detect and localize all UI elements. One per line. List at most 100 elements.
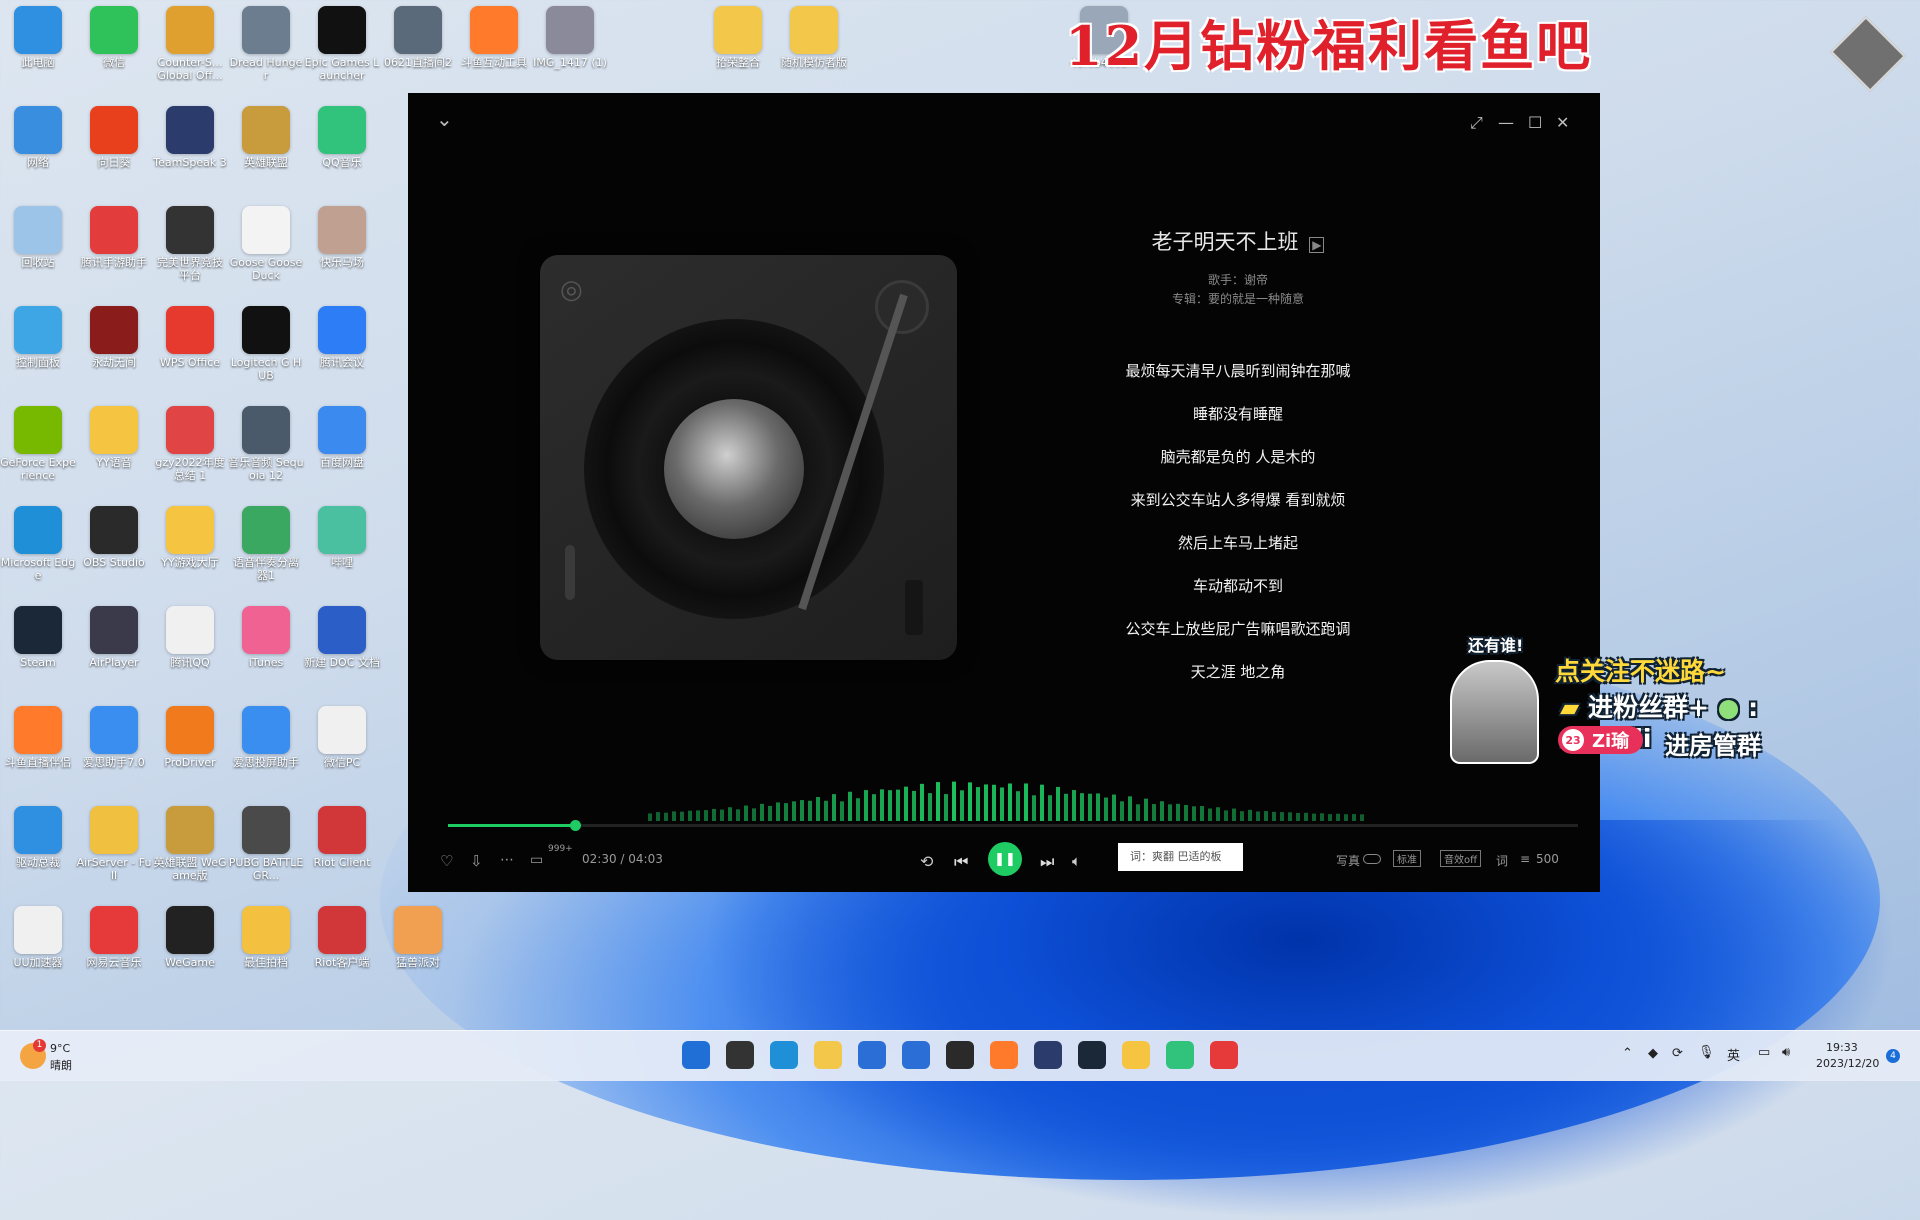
desktop-icon[interactable]: 英雄联盟 WeGame版 [152,800,228,896]
microphone-icon[interactable]: 🎙︎ [1698,1045,1715,1060]
desktop-icon[interactable]: 0621直播间2 [380,0,456,96]
desktop-icon[interactable]: 微信PC [304,700,380,796]
album-line[interactable]: 专辑：要的就是一种随意 [1028,290,1448,307]
more-icon[interactable]: ⋯ [500,852,514,868]
desktop-icon[interactable]: IMG_1417 (1) [532,0,608,96]
desktop-icon[interactable]: 快乐马场 [304,200,380,296]
ime-indicator[interactable]: 英 [1727,1045,1740,1064]
start-icon[interactable] [682,1041,710,1069]
desktop-icon[interactable]: 英雄联盟 [228,100,304,196]
previous-icon[interactable]: ⏮ [954,852,968,872]
desktop-icon[interactable]: 控制面板 [0,300,76,396]
fullscreen-icon[interactable]: ⤢ [1470,113,1483,133]
maximize-icon[interactable]: ☐ [1528,113,1542,132]
playlist-count[interactable]: 500 [1536,852,1559,866]
comment-icon[interactable]: ▭ [530,852,543,868]
desktop-icon[interactable]: WPS Office [152,300,228,396]
desktop-icon[interactable]: PUBG BATTLEGR... [228,800,304,896]
desktop-icon[interactable]: 回收站 [0,200,76,296]
desktop-icon[interactable]: Steam [0,600,76,696]
desktop-icon[interactable]: AirServer - Full [76,800,152,896]
qqmusic-icon[interactable] [1166,1041,1194,1069]
douyu-icon[interactable] [990,1041,1018,1069]
download-icon[interactable]: ⇩ [470,852,483,870]
desktop-icon[interactable]: QQ音乐 [304,100,380,196]
playlist-icon[interactable]: ≡ [1520,852,1530,866]
photo-toggle-switch[interactable] [1363,854,1381,864]
edge-icon[interactable] [770,1041,798,1069]
collapse-chevron-icon[interactable]: ⌄ [436,107,453,131]
desktop-icon[interactable]: 最佳拍档 [228,900,304,996]
file-explorer-icon[interactable] [814,1041,842,1069]
desktop-icon[interactable]: 新建 DOC 文档 [304,600,380,696]
desktop-icon[interactable]: Goose Goose Duck [228,200,304,296]
desktop-icon[interactable]: Logitech G HUB [228,300,304,396]
desktop-icon[interactable]: WeGame [152,900,228,996]
desktop-icon[interactable]: 爱思投屏助手 [228,700,304,796]
clock-time[interactable]: 19:33 [1826,1041,1858,1054]
desktop-icon[interactable]: gzy2022年度总结 1 [152,400,228,496]
weather-temp[interactable]: 9°C [50,1042,70,1055]
desktop-icon[interactable]: 永劫无间 [76,300,152,396]
desktop-icon[interactable]: iTunes [228,600,304,696]
desktop-icon[interactable]: 微信 [76,0,152,96]
mail-icon[interactable] [902,1041,930,1069]
steam-icon[interactable] [1078,1041,1106,1069]
obs-icon[interactable] [946,1041,974,1069]
desktop-icon[interactable]: YY游戏大厅 [152,500,228,596]
progress-bar[interactable] [448,820,1578,831]
desktop-icon[interactable]: OBS Studio [76,500,152,596]
lyric-search-box[interactable]: 词：爽翻 巴适的板 [1118,843,1243,871]
speaker-icon[interactable]: 🔊︎ [1782,1045,1790,1060]
clock-date[interactable]: 2023/12/20 [1816,1057,1879,1070]
store-icon[interactable] [858,1041,886,1069]
desktop-icon[interactable]: 网络 [0,100,76,196]
next-icon[interactable]: ⏭ [1040,852,1054,872]
desktop-icon[interactable]: 斗鱼互动工具 [456,0,532,96]
desktop-icon[interactable]: YY语音 [76,400,152,496]
desktop-icon[interactable]: 爱思助手7.0 [76,700,152,796]
desktop-icon[interactable]: 斗鱼直播伴侣 [0,700,76,796]
desktop-icon[interactable]: AirPlayer [76,600,152,696]
desktop-icon[interactable]: 音乐音频 Sequoia 12 [228,400,304,496]
desktop-icon[interactable]: 腾讯手游助手 [76,200,152,296]
quality-button[interactable]: 标准 [1393,850,1421,867]
teamspeak-icon[interactable] [1034,1041,1062,1069]
singer-line[interactable]: 歌手：谢帝 [1028,271,1448,288]
desktop-icon[interactable]: 完美世界竞技平台 [152,200,228,296]
tray-app-icon[interactable]: ◆ [1648,1046,1658,1061]
desktop-icon[interactable]: GeForce Experience [0,400,76,496]
desktop-icon[interactable]: 驱动总裁 [0,800,76,896]
sound-effect-button[interactable]: 音效off [1440,850,1482,867]
netease-music-icon[interactable] [1210,1041,1238,1069]
desktop-icon[interactable]: Riot Client [304,800,380,896]
mv-icon[interactable]: ▶ [1309,237,1325,253]
desktop-icon[interactable]: 随机模仿者版 [776,0,852,96]
network-icon[interactable]: ▭ [1758,1045,1770,1060]
yy-icon[interactable] [1122,1041,1150,1069]
notification-badge[interactable]: 4 [1886,1049,1900,1063]
desktop-icon[interactable]: Riot客户端 [304,900,380,996]
desktop-icon[interactable]: 网易云音乐 [76,900,152,996]
tray-overflow-icon[interactable]: ⌃ [1622,1046,1633,1061]
close-icon[interactable]: ✕ [1556,113,1569,132]
minimize-icon[interactable]: — [1498,113,1514,132]
desktop-icon[interactable]: 猛兽派对 [380,900,456,996]
desktop-icon[interactable]: Dread Hunger [228,0,304,96]
lyric-toggle[interactable]: 词 [1496,852,1508,869]
tray-sync-icon[interactable]: ⟳ [1672,1046,1683,1061]
desktop-icon[interactable]: Microsoft Edge [0,500,76,596]
progress-knob[interactable] [569,820,581,831]
desktop-icon[interactable]: 拾荣整合 [700,0,776,96]
weather-desc[interactable]: 晴朗 [50,1057,72,1073]
desktop-icon[interactable]: 此电脑 [0,0,76,96]
volume-icon[interactable]: 🔈︎ [1072,852,1081,870]
desktop-icon[interactable]: 语音伴奏分离器1 [228,500,304,596]
like-heart-icon[interactable]: ♡ [440,852,453,870]
task-view-icon[interactable] [726,1041,754,1069]
desktop-icon[interactable]: UU加速器 [0,900,76,996]
desktop-icon[interactable]: TeamSpeak 3 [152,100,228,196]
pause-button[interactable]: ❚❚ [988,842,1022,876]
desktop-icon[interactable]: ProDriver [152,700,228,796]
desktop-icon[interactable]: 百度网盘 [304,400,380,496]
